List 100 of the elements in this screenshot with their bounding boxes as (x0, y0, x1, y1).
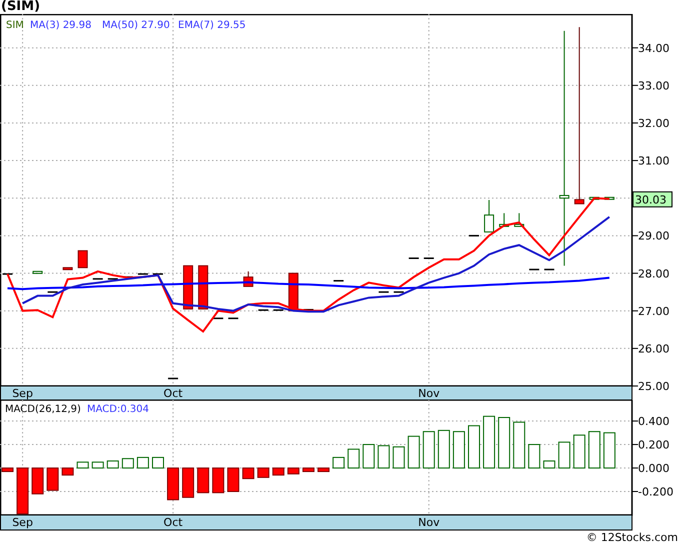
histogram-bar (378, 445, 390, 469)
axis-label: Oct (164, 387, 183, 400)
legend-symbol: SIM (6, 20, 24, 31)
histogram-bar (46, 468, 59, 491)
histogram-bar (2, 468, 14, 472)
legend-item: MA(3) 29.98 (30, 20, 92, 31)
axis-label: 33.00 (638, 79, 670, 92)
histogram-bar (558, 442, 570, 469)
histogram-bar (302, 468, 314, 472)
histogram-bar (392, 446, 405, 469)
candlestick (303, 308, 314, 310)
candlestick (408, 258, 419, 259)
axis-label: 25.00 (638, 380, 670, 393)
histogram-bar (242, 468, 254, 480)
axis-label: 27.00 (638, 304, 670, 318)
candlestick (2, 273, 13, 275)
histogram-bar (182, 468, 194, 498)
histogram-bar (32, 468, 44, 494)
histogram-bar (92, 462, 104, 469)
axis-label: 28.00 (638, 267, 670, 280)
axis-label: Nov (418, 516, 440, 529)
candlestick (394, 291, 404, 293)
histogram-bar (62, 468, 74, 476)
candlestick (529, 268, 540, 270)
candlestick (469, 234, 479, 236)
candlestick (273, 309, 284, 311)
histogram-bar (318, 468, 330, 472)
chart-title: (SIM) (0, 0, 42, 14)
histogram-bar (408, 436, 420, 469)
candlestick (153, 273, 163, 275)
axis-label: Sep (12, 516, 33, 529)
histogram-bar (76, 462, 89, 469)
copyright-text: © 12Stocks.com (586, 531, 678, 545)
legend-item: MA(50) 27.90 (102, 20, 170, 31)
histogram-bar (438, 430, 450, 469)
histogram-bar (106, 460, 119, 469)
price-tag: 30.03 (632, 191, 672, 208)
histogram-bar (528, 444, 540, 469)
candlestick (604, 196, 614, 200)
candlestick (378, 291, 389, 293)
histogram-bar (16, 468, 29, 514)
histogram-bar (332, 456, 345, 469)
axis-label: -0.200 (638, 486, 674, 498)
candlestick (213, 318, 224, 320)
candlestick (228, 318, 238, 320)
histogram-bar (543, 460, 556, 469)
histogram-bar (136, 456, 149, 469)
histogram-bar (422, 431, 435, 469)
axis-label: Nov (418, 387, 440, 400)
axis-label: Oct (164, 516, 183, 529)
histogram-bar (212, 468, 224, 494)
histogram-bar (152, 456, 164, 469)
candlestick (424, 258, 434, 259)
candlestick (514, 212, 524, 227)
axis-label: 26.00 (638, 342, 670, 356)
histogram-bar (362, 444, 375, 469)
histogram-bar (197, 468, 210, 494)
histogram-bar (257, 468, 270, 478)
histogram-bar (603, 432, 616, 469)
candlestick (183, 265, 194, 310)
axis-label: 32.00 (638, 116, 670, 130)
candlestick (168, 378, 178, 380)
candlestick (32, 270, 43, 274)
axis-label: 0.000 (638, 462, 670, 476)
histogram-bar (287, 468, 300, 474)
candlestick (589, 196, 600, 200)
candlestick (92, 278, 103, 280)
histogram-bar (272, 468, 284, 476)
axis-label: 29.00 (638, 230, 670, 243)
candlestick (334, 280, 344, 282)
histogram-bar (483, 416, 496, 469)
histogram-bar (348, 448, 360, 469)
histogram-bar (122, 458, 134, 469)
indicator-reading: MACD:0.304 (87, 404, 149, 415)
histogram-bar (498, 417, 510, 469)
axis-label: 0.400 (638, 415, 670, 428)
axis-label: 0.200 (638, 438, 670, 452)
candlestick (138, 273, 148, 275)
histogram-bar (588, 431, 600, 469)
histogram-bar (227, 468, 240, 492)
axis-label: Sep (12, 387, 33, 400)
histogram-bar (468, 425, 480, 469)
axis-label: 31.00 (638, 154, 670, 168)
candlestick (198, 265, 208, 310)
legend-item: EMA(7) 29.55 (178, 20, 246, 31)
indicator-label: MACD(26,12,9) (5, 404, 81, 415)
candlestick (243, 270, 254, 287)
histogram-bar (167, 468, 180, 500)
candlestick (62, 267, 73, 270)
candlestick (78, 250, 88, 268)
histogram-bar (513, 422, 526, 469)
candlestick (484, 200, 494, 232)
candlestick (48, 291, 58, 293)
candlestick (499, 212, 510, 227)
candlestick (258, 309, 268, 311)
axis-label: 34.00 (638, 42, 670, 55)
candlestick (544, 268, 554, 270)
histogram-bar (452, 431, 465, 469)
candlestick (108, 278, 118, 280)
histogram-bar (573, 434, 586, 469)
